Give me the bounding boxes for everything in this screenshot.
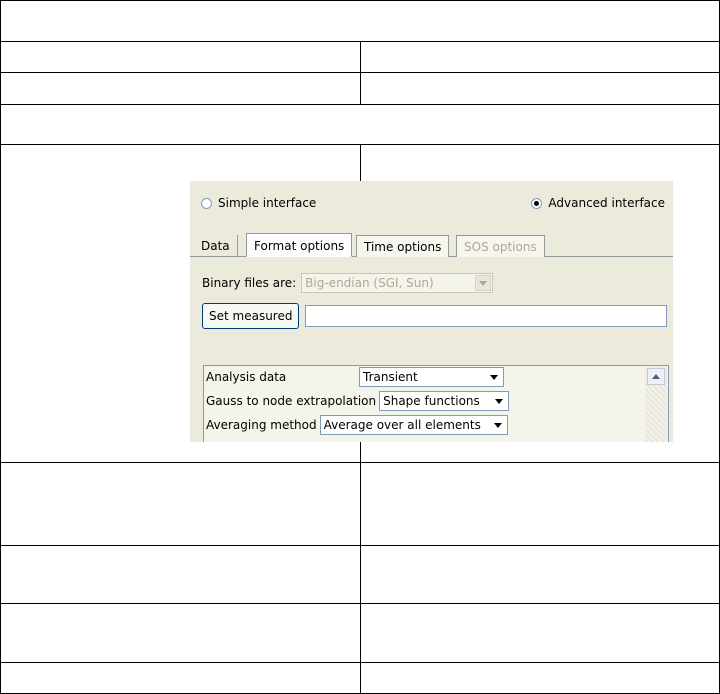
table-cell [0,662,361,694]
set-measured-input[interactable] [305,305,667,327]
table-cell [359,41,720,73]
analysis-data-label: Analysis data [206,370,287,384]
table-cell [0,41,361,73]
analysis-data-select[interactable]: Transient [359,367,504,387]
advanced-interface-label: Advanced interface [548,196,665,210]
chevron-down-icon [486,369,502,385]
tab-strip: Data Format options Time options SOS opt… [190,233,673,257]
interface-radio-group: Simple interface Advanced interface [201,196,665,214]
table-row [0,41,720,73]
radio-unchecked-icon [201,197,212,209]
gauss-extrapolation-label: Gauss to node extrapolation [206,394,377,408]
table-cell [0,104,720,145]
table-row [0,662,720,694]
table-row [0,104,720,145]
table-cell [359,72,720,105]
table-cell [0,603,361,663]
averaging-method-select[interactable]: Average over all elements [319,415,508,435]
table-cell [0,0,720,42]
averaging-method-label: Averaging method [206,418,317,432]
list-item: Gauss to node extrapolation Shape functi… [206,391,510,411]
list-item: Analysis data Transient [206,367,504,387]
table-row [0,72,720,105]
options-dialog-screenshot: Simple interface Advanced interface Data… [190,181,673,442]
scroll-up-icon[interactable] [647,368,665,385]
table-cell [0,72,361,105]
chevron-down-icon [475,275,492,291]
binary-files-value: Big-endian (SGI, Sun) [305,276,434,290]
table-cell [359,462,720,546]
binary-files-label: Binary files are: [202,276,297,290]
table-row [0,0,720,42]
tab-sos-options: SOS options [456,235,545,257]
averaging-method-value: Average over all elements [323,418,481,432]
table-cell [0,545,361,604]
advanced-interface-radio[interactable]: Advanced interface [531,196,665,210]
tab-data[interactable]: Data [190,235,238,257]
list-scrollbar[interactable] [645,367,667,442]
tab-time-options[interactable]: Time options [356,235,450,257]
options-list: Analysis data Transient Gauss to node ex… [203,365,669,442]
set-measured-button[interactable]: Set measured [202,303,300,329]
gauss-extrapolation-select[interactable]: Shape functions [379,391,510,411]
binary-files-row: Binary files are: Big-endian (SGI, Sun) [202,273,494,293]
table-cell [359,662,720,694]
chevron-down-icon [491,393,508,409]
radio-checked-icon [531,197,543,209]
chevron-down-icon [489,417,506,433]
table-cell [359,545,720,604]
table-cell [0,462,361,546]
simple-interface-radio[interactable]: Simple interface [201,196,316,210]
set-measured-row: Set measured [202,303,667,329]
gauss-extrapolation-value: Shape functions [383,394,480,408]
list-item: Averaging method Average over all elemen… [206,415,508,435]
tab-format-options[interactable]: Format options [246,233,353,257]
table-cell [359,603,720,663]
simple-interface-label: Simple interface [218,196,317,210]
table-row [0,603,720,663]
binary-files-select: Big-endian (SGI, Sun) [301,273,494,293]
table-row [0,462,720,546]
table-row [0,545,720,604]
analysis-data-value: Transient [363,370,418,384]
